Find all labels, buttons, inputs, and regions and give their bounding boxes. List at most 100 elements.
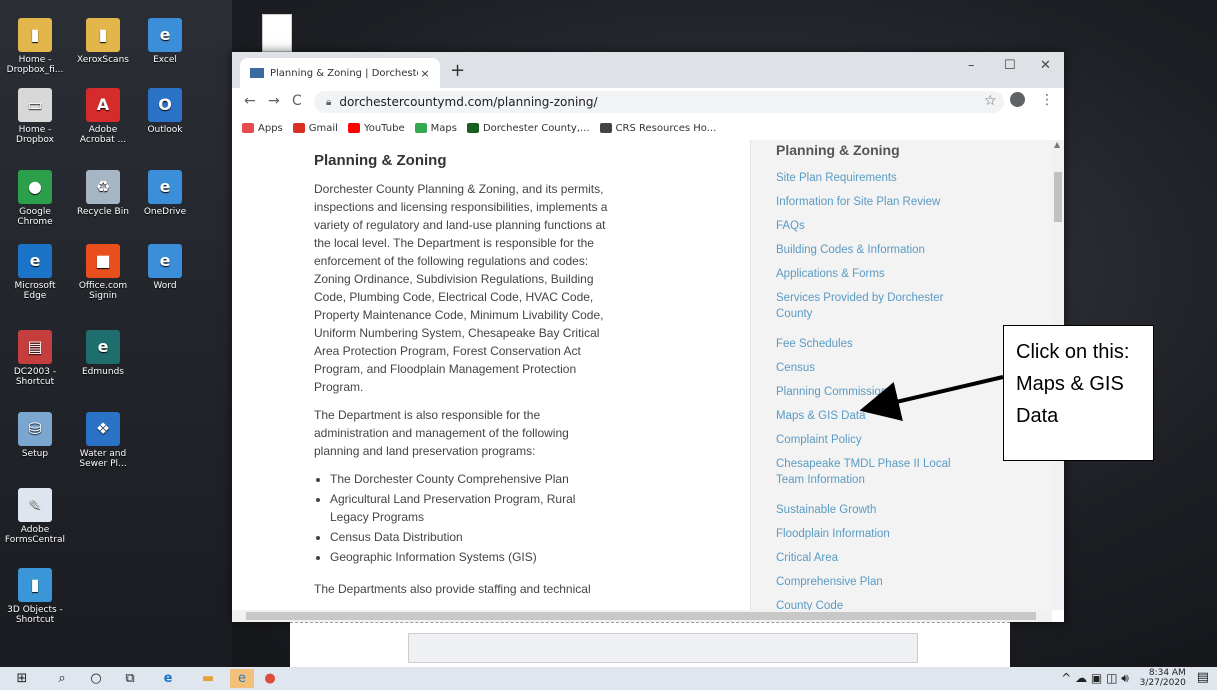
desktop-icon-label: Outlook: [147, 125, 183, 135]
address-bar[interactable]: 🔒︎ dorchestercountymd.com/planning-zonin…: [314, 91, 1004, 113]
app-icon: ▮: [86, 18, 120, 52]
desktop-icon[interactable]: ✎ Adobe FormsCentral: [2, 488, 68, 545]
app-icon: A: [86, 88, 120, 122]
scrollbar-thumb[interactable]: [1054, 172, 1062, 222]
ie-taskbar-icon[interactable]: e: [230, 669, 254, 688]
profile-avatar-icon[interactable]: [1010, 92, 1025, 107]
desktop-icon[interactable]: ⛁ Setup: [2, 412, 68, 459]
bookmark-item[interactable]: CRS Resources Ho...: [599, 123, 716, 134]
system-tray: ^ ☁ ▣ ◫ 🔊︎ 8:34 AM 3/27/2020 ▤: [1061, 668, 1209, 689]
desktop-icon-label: Edmunds: [82, 367, 124, 377]
back-button[interactable]: ←: [244, 93, 256, 109]
tab-title: Planning & Zoning | Dorchester: [270, 67, 418, 79]
h-scrollbar-thumb[interactable]: [246, 612, 1036, 620]
notifications-icon[interactable]: ▤: [1197, 668, 1209, 688]
file-explorer-icon[interactable]: ▬: [196, 669, 220, 688]
sidebar-link[interactable]: Applications & Forms: [776, 266, 976, 282]
desktop-icon[interactable]: O Outlook: [132, 88, 198, 135]
sidebar-link[interactable]: Comprehensive Plan: [776, 574, 976, 590]
desktop-document-icon[interactable]: [262, 14, 292, 52]
task-view-icon[interactable]: ⧉: [118, 669, 142, 688]
list-item: Census Data Distribution: [330, 528, 614, 546]
bookmark-star-icon[interactable]: ☆: [984, 93, 997, 109]
app-icon: ♻: [86, 170, 120, 204]
app-icon: ✎: [18, 488, 52, 522]
sidebar-link[interactable]: Census: [776, 360, 976, 376]
sidebar-link[interactable]: Chesapeake TMDL Phase II Local Team Info…: [776, 456, 976, 488]
list-item: Geographic Information Systems (GIS): [330, 548, 614, 566]
cortana-icon[interactable]: ○: [84, 669, 108, 688]
lock-icon: 🔒︎: [326, 96, 332, 108]
clock-time[interactable]: 8:34 AM: [1140, 668, 1186, 678]
tray-icons[interactable]: ^ ☁ ▣ ◫ 🔊︎: [1061, 668, 1129, 688]
bookmark-item[interactable]: Maps: [414, 122, 457, 134]
start-button[interactable]: ⊞: [10, 669, 34, 688]
desktop-icon[interactable]: A Adobe Acrobat ...: [70, 88, 136, 145]
bookmark-item[interactable]: Apps: [242, 123, 283, 134]
tab-close-icon[interactable]: ×: [418, 67, 432, 80]
sidebar-link[interactable]: Building Codes & Information: [776, 242, 976, 258]
desktop-icon[interactable]: e Word: [132, 244, 198, 291]
sidebar-link[interactable]: Information for Site Plan Review: [776, 194, 976, 210]
desktop-icon[interactable]: ● Google Chrome: [2, 170, 68, 227]
sidebar-link[interactable]: Complaint Policy: [776, 432, 976, 448]
sidebar-link[interactable]: Services Provided by Dorchester County: [776, 290, 976, 322]
programs-list: The Dorchester County Comprehensive Plan…: [314, 470, 614, 566]
edge-taskbar-icon[interactable]: e: [156, 669, 180, 688]
desktop-icon-label: XeroxScans: [77, 55, 129, 65]
sidebar-link[interactable]: Sustainable Growth: [776, 502, 976, 518]
desktop-icon[interactable]: e Excel: [132, 18, 198, 65]
tab-planning-zoning[interactable]: Planning & Zoning | Dorchester ×: [240, 58, 440, 88]
desktop-icon[interactable]: ▭ Home - Dropbox: [2, 88, 68, 145]
desktop-icon-label: Microsoft Edge: [14, 281, 56, 301]
bookmark-label: Maps: [430, 122, 457, 134]
reload-button[interactable]: C: [292, 93, 302, 109]
search-icon[interactable]: ⌕: [50, 669, 74, 688]
desktop-icon[interactable]: e Microsoft Edge: [2, 244, 68, 301]
sidebar-link[interactable]: Floodplain Information: [776, 526, 976, 542]
desktop-icon[interactable]: ▤ DC2003 - Shortcut: [2, 330, 68, 387]
sidebar-link[interactable]: Planning Commission: [776, 384, 976, 400]
maximize-button[interactable]: ☐: [1004, 58, 1016, 73]
bookmarks-bar: Apps Gmail YouTube Maps Dorchester County,..…: [232, 116, 1064, 141]
browser-toolbar: ← → C 🔒︎ dorchestercountymd.com/planning…: [232, 88, 1064, 117]
chrome-menu-icon[interactable]: ⋮: [1040, 92, 1054, 108]
desktop-icon-label: 3D Objects - Shortcut: [7, 605, 63, 625]
clock-date[interactable]: 3/27/2020: [1140, 678, 1186, 688]
desktop-icon-label: Home - Dropbox: [16, 125, 54, 145]
new-tab-button[interactable]: +: [450, 60, 465, 81]
sidebar-link[interactable]: Critical Area: [776, 550, 976, 566]
desktop-icon[interactable]: ❖ Water and Sewer Pl...: [70, 412, 136, 469]
minimize-button[interactable]: –: [968, 58, 975, 73]
bookmark-icon: [599, 123, 612, 133]
sidebar-link[interactable]: Maps & GIS Data: [776, 408, 976, 424]
desktop-icon[interactable]: ■ Office.com Signin: [70, 244, 136, 301]
favicon-icon: [250, 68, 264, 78]
bookmark-item[interactable]: Gmail: [292, 123, 338, 134]
sidebar-title: Planning & Zoning: [776, 142, 900, 158]
sidebar-link[interactable]: Fee Schedules: [776, 336, 976, 352]
app-icon: ▮: [18, 568, 52, 602]
desktop-icon[interactable]: ▮ Home - Dropbox_fi...: [2, 18, 68, 75]
horizontal-scrollbar[interactable]: [232, 610, 1052, 622]
page-content: Planning & Zoning Dorchester County Plan…: [232, 140, 1052, 610]
chrome-taskbar-icon[interactable]: ●: [258, 669, 282, 688]
sidebar-link[interactable]: County Code: [776, 598, 976, 610]
sidebar-link[interactable]: FAQs: [776, 218, 976, 234]
close-window-button[interactable]: ✕: [1040, 58, 1051, 73]
desktop-icon[interactable]: e OneDrive: [132, 170, 198, 217]
instruction-callout: Click on this: Maps & GIS Data: [1003, 325, 1154, 461]
bookmark-item[interactable]: YouTube: [347, 122, 405, 134]
staffing-paragraph: The Departments also provide staffing an…: [314, 582, 591, 596]
forward-button[interactable]: →: [268, 93, 280, 109]
scroll-up-icon[interactable]: ▲: [1054, 140, 1060, 149]
desktop-icon-label: OneDrive: [143, 207, 187, 217]
desktop-icon[interactable]: ♻ Recycle Bin: [70, 170, 136, 217]
desktop-icon[interactable]: ▮ 3D Objects - Shortcut: [2, 568, 68, 625]
desktop-icon[interactable]: ▮ XeroxScans: [70, 18, 136, 65]
bookmark-item[interactable]: Dorchester County,...: [466, 123, 590, 134]
desktop-icon-label: Setup: [21, 449, 49, 459]
sidebar-link[interactable]: Site Plan Requirements: [776, 170, 976, 186]
desktop-icon[interactable]: e Edmunds: [70, 330, 136, 377]
bookmark-label: YouTube: [363, 122, 405, 134]
